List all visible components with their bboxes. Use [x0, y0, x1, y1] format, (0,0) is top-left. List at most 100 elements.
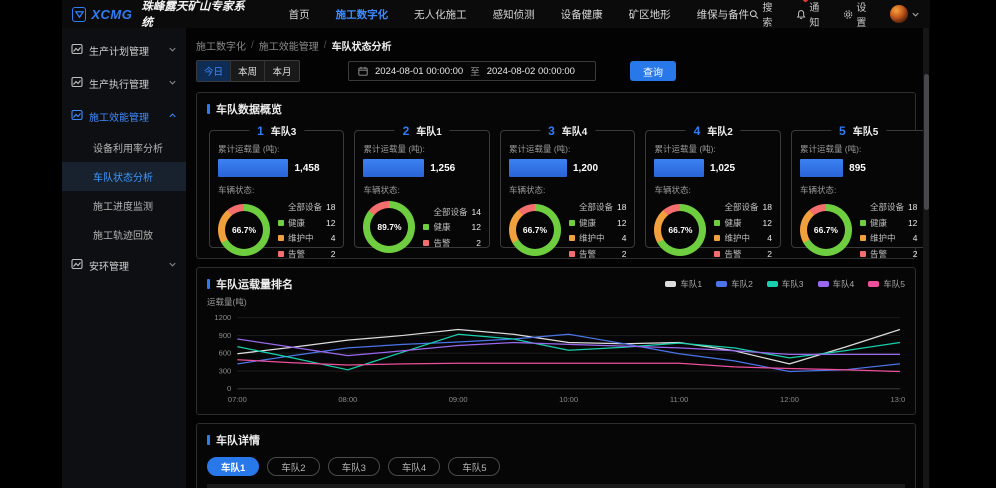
range-button-0[interactable]: 今日 [197, 61, 231, 81]
legend-item-4[interactable]: 车队5 [868, 278, 905, 290]
legend-label: 车队5 [883, 278, 905, 290]
breadcrumb-item-2[interactable]: 车队状态分析 [332, 38, 392, 53]
nav-item-4[interactable]: 设备健康 [561, 7, 603, 22]
status-stat-row: 健康12 [714, 217, 771, 229]
stat-value: 4 [913, 233, 918, 243]
fleet-card-3: 4车队2累计运载量 (吨):1,025车辆状态:66.7%全部设备18健康12维… [645, 130, 780, 248]
load-label: 累计运载量 (吨): [509, 143, 626, 155]
status-label: 车辆状态: [800, 184, 917, 196]
tab-fleet-5[interactable]: 车队5 [448, 457, 500, 476]
nav-item-1[interactable]: 施工数字化 [336, 7, 389, 22]
stat-name: 健康 [433, 221, 467, 233]
stat-value: 12 [617, 218, 626, 228]
table-header-1: 设备名称 [263, 484, 361, 488]
status-stat-row: 健康12 [423, 221, 480, 233]
sidebar-item-3[interactable]: 安环管理 [62, 249, 186, 282]
donut-percent: 66.7% [807, 211, 845, 249]
donut-percent: 66.7% [516, 211, 554, 249]
tab-fleet-4[interactable]: 车队4 [388, 457, 440, 476]
vehicle-status-donut: 66.7% [654, 204, 706, 256]
stat-value: 4 [331, 233, 336, 243]
load-value: 1,458 [294, 163, 319, 174]
sidebar-item-0[interactable]: 生产计划管理 [62, 34, 186, 67]
status-stat-row: 健康12 [860, 217, 917, 229]
stat-name: 告警 [433, 237, 472, 249]
main-scrollbar-track[interactable] [923, 28, 929, 488]
fleet-detail-table: 序号设备名称设备序列号今日累计运载量 (吨)队内排名设备状态告警信息 01XDR… [207, 484, 905, 488]
date-separator: 至 [470, 64, 480, 78]
status-swatch [860, 251, 866, 257]
stat-value: 2 [331, 249, 336, 259]
load-bar-row: 1,025 [654, 159, 771, 177]
legend-item-1[interactable]: 车队2 [716, 278, 753, 290]
sidebar-item-label: 生产执行管理 [89, 76, 162, 91]
fleet-card-title: 1车队3 [249, 123, 304, 138]
settings-button[interactable]: 设置 [843, 0, 875, 29]
sidebar-subitem-2-2[interactable]: 施工进度监测 [62, 191, 186, 220]
nav-item-3[interactable]: 感知侦测 [493, 7, 535, 22]
status-stat-row: 全部设备18 [278, 201, 335, 213]
status-swatch [569, 235, 575, 241]
sidebar-item-2[interactable]: 施工效能管理 [62, 100, 186, 133]
status-stat-row: 告警2 [860, 248, 917, 260]
search-label: 搜索 [762, 0, 781, 29]
svg-text:1200: 1200 [214, 313, 231, 322]
legend-label: 车队1 [680, 278, 702, 290]
date-range-picker[interactable]: 2024-08-01 00:00:00 至 2024-08-02 00:00:0… [348, 61, 596, 81]
stat-name: 告警 [288, 248, 327, 260]
user-menu[interactable] [890, 5, 920, 23]
stat-value: 18 [762, 202, 771, 212]
donut-row: 66.7%全部设备18健康12维护中4告警2 [800, 201, 917, 260]
nav-item-6[interactable]: 维保与备件 [697, 7, 750, 22]
stat-value: 4 [622, 233, 627, 243]
donut-percent: 89.7% [370, 208, 408, 246]
notification-button[interactable]: 通知 [796, 0, 828, 29]
query-button[interactable]: 查询 [630, 61, 676, 81]
menu-icon [71, 258, 83, 273]
legend-item-2[interactable]: 车队3 [767, 278, 804, 290]
range-button-1[interactable]: 本周 [231, 61, 265, 81]
status-swatch [278, 251, 284, 257]
fleet-rank: 2 [403, 124, 410, 138]
tab-fleet-2[interactable]: 车队2 [267, 457, 319, 476]
range-button-2[interactable]: 本月 [265, 61, 299, 81]
app-title: 珠峰露天矿山专家系统 [141, 0, 250, 30]
tab-fleet-1[interactable]: 车队1 [207, 457, 259, 476]
fleet-rank: 3 [548, 124, 555, 138]
stat-value: 18 [617, 202, 626, 212]
nav-item-2[interactable]: 无人化施工 [414, 7, 467, 22]
avatar[interactable] [890, 5, 908, 23]
menu-icon [71, 109, 83, 124]
sidebar-subitem-2-3[interactable]: 施工轨迹回放 [62, 220, 186, 249]
breadcrumb-item-1[interactable]: 施工效能管理 [259, 38, 319, 53]
tab-fleet-3[interactable]: 车队3 [328, 457, 380, 476]
load-value: 895 [849, 163, 866, 174]
stat-name: 健康 [288, 217, 322, 229]
load-bar [363, 159, 424, 177]
table-header-3: 今日累计运载量 (吨) [472, 484, 598, 488]
load-label: 累计运载量 (吨): [654, 143, 771, 155]
legend-item-0[interactable]: 车队1 [665, 278, 702, 290]
status-swatch-empty [278, 204, 284, 210]
sidebar-item-1[interactable]: 生产执行管理 [62, 67, 186, 100]
title-accent-bar [207, 279, 210, 289]
nav-item-5[interactable]: 矿区地形 [629, 7, 671, 22]
search-button[interactable]: 搜索 [749, 0, 781, 29]
status-stat-row: 告警 2 [278, 248, 335, 260]
legend-label: 车队3 [782, 278, 804, 290]
nav-item-0[interactable]: 首页 [289, 7, 310, 22]
breadcrumb-item-0[interactable]: 施工数字化 [196, 38, 246, 53]
legend-item-3[interactable]: 车队4 [818, 278, 855, 290]
main-scrollbar-thumb[interactable] [924, 74, 929, 210]
load-bar-row: 895 [800, 159, 917, 177]
load-label: 累计运载量 (吨): [800, 143, 917, 155]
vehicle-status-donut: 66.7% [218, 204, 270, 256]
fleet-name: 车队2 [707, 123, 733, 138]
stat-name: 全部设备 [724, 201, 758, 213]
chevron-up-icon [168, 111, 177, 122]
sidebar-subitem-2-1[interactable]: 车队状态分析 [62, 162, 186, 191]
table-header-6: 告警信息 [772, 484, 905, 488]
legend-swatch [716, 281, 727, 287]
stat-value: 12 [326, 218, 335, 228]
sidebar-subitem-2-0[interactable]: 设备利用率分析 [62, 133, 186, 162]
